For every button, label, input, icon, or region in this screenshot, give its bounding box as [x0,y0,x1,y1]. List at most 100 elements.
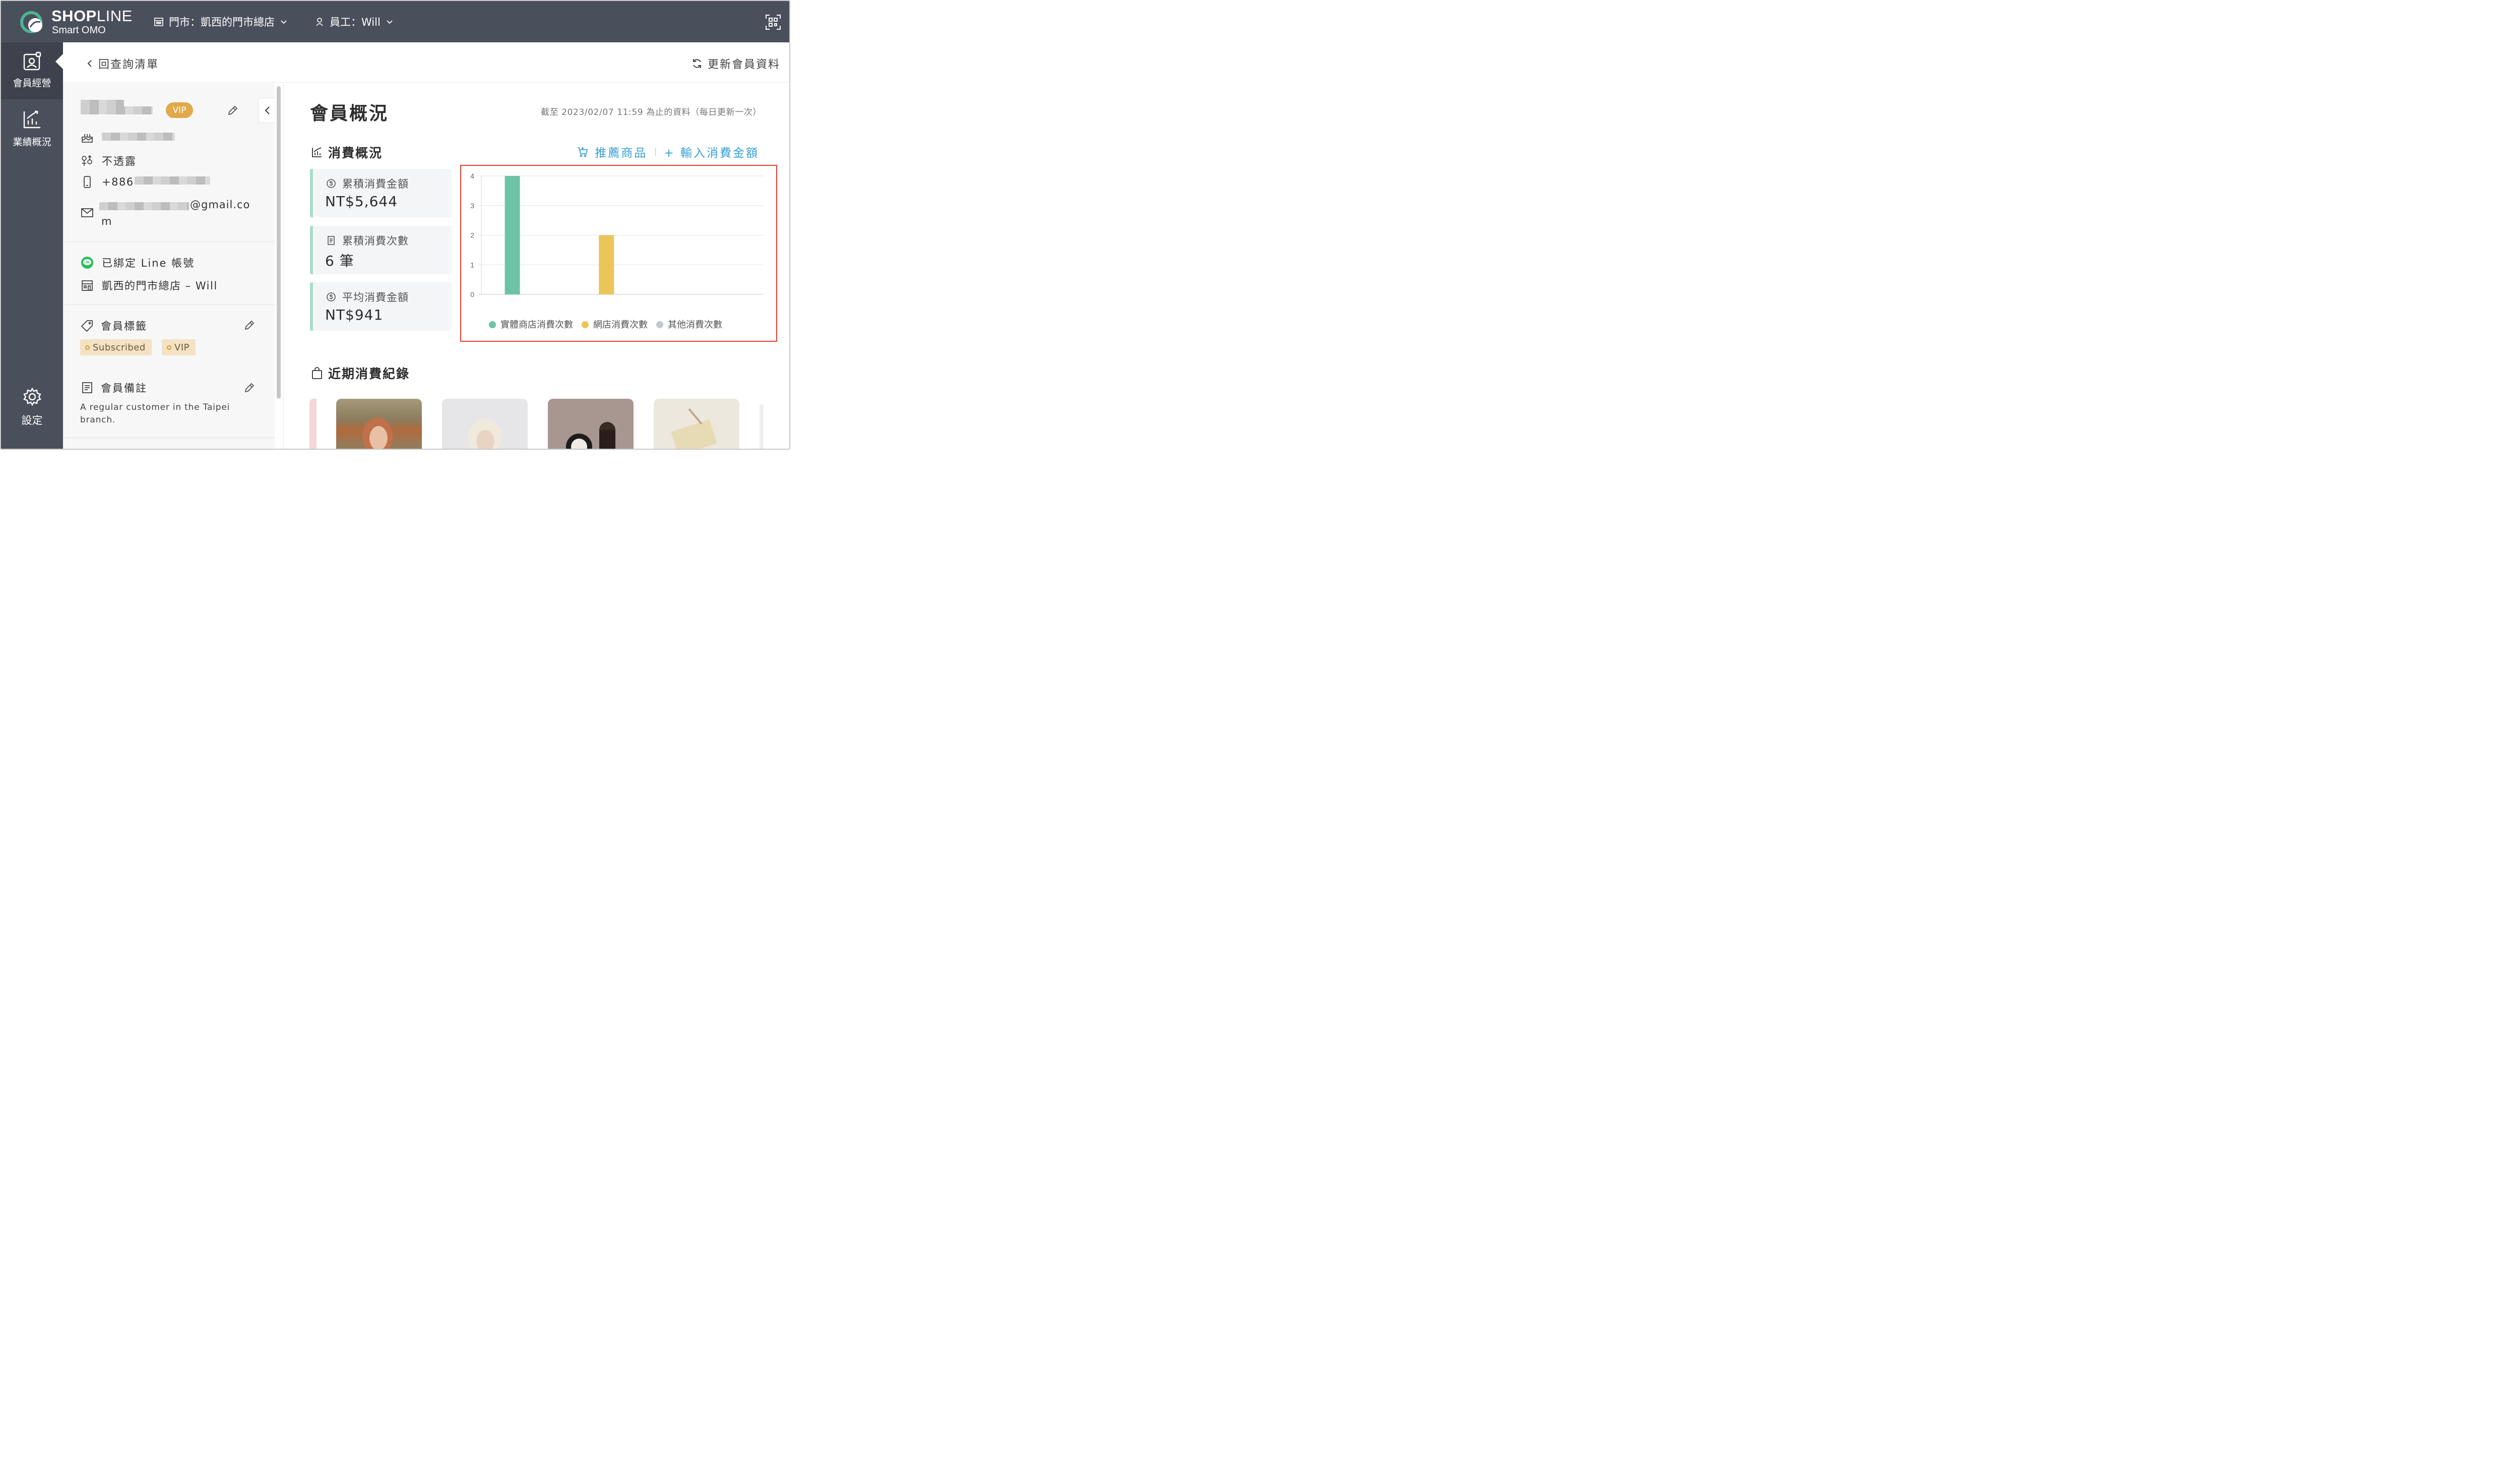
member-name-redacted [81,106,153,114]
phone-prefix: +886 [102,176,134,188]
chart-legend-marker [656,321,663,328]
recommend-products-link[interactable]: 推薦商品 [595,143,647,160]
chevron-left-icon [264,106,270,114]
recent-title-label: 近期消費紀錄 [328,367,410,381]
gear-icon [23,387,41,406]
stat-card-total-amount: 累積消費金額 NT$5,644 [310,169,452,217]
receipt-icon [328,236,335,245]
edit-notes-button[interactable] [243,382,256,394]
spending-actions: 推薦商品 + 輸入消費金額 [577,143,759,160]
chart-y-tick-label: 2 [470,231,474,239]
mail-icon [81,208,93,217]
store-icon [82,280,93,291]
member-tags-header: 會員標籤 [81,318,147,333]
carousel-prev-edge[interactable] [309,399,317,449]
chart-y-tick-label: 0 [470,290,474,298]
member-name-redacted [81,100,124,107]
stat-label: 累積消費次數 [342,235,409,247]
chart-legend-label: 網店消費次數 [593,320,648,330]
performance-chart-icon [23,110,40,129]
page-title: 會員概況 [310,103,389,124]
sidebar-item-label: 設定 [21,414,43,427]
stat-label: 累積消費金額 [342,178,409,190]
sidebar-item-performance[interactable]: 業績概況 [1,109,63,155]
back-to-list-label: 回查詢清單 [98,58,159,71]
stat-label-row: 平均消費金額 [326,289,409,305]
stat-card-average-amount: 平均消費金額 NT$941 [310,282,452,331]
collapse-panel-button[interactable] [258,98,275,123]
actions-separator [655,148,656,156]
input-amount-link[interactable]: + 輸入消費金額 [664,143,759,160]
back-to-list-link[interactable]: 回查詢清單 [85,55,159,72]
notes-icon [82,382,92,393]
email-redacted [99,202,189,210]
store-staff-value: 凱西的門市總店 – Will [102,280,218,292]
spending-section-title: 消費概況 [311,143,383,161]
recent-purchase-thumbnail[interactable] [442,399,528,449]
pencil-icon [244,383,255,393]
chart-bar [505,176,520,294]
stat-value: NT$941 [325,307,384,323]
refresh-member-label: 更新會員資料 [707,58,780,71]
spending-chart-icon [312,147,322,157]
tag-dot-icon [167,345,171,350]
stat-value: 6 筆 [325,253,354,269]
staff-selector[interactable]: 員工：Will [314,14,394,29]
edit-profile-button[interactable] [227,104,239,116]
brand-name: SHOPLINE [51,7,133,25]
gender-row: 不透露 [81,153,137,168]
purchase-count-chart-highlight: 0 1 2 3 4 實體商店消費次數 網店消費次數 其他消費次數 [460,165,777,342]
recent-purchase-thumbnail[interactable] [336,399,422,449]
store-selector-label: 門市：凱西的門市總店 [169,16,275,28]
profile-scrollbar[interactable] [275,83,284,449]
gender-icon [82,155,92,166]
store-icon [154,18,163,26]
member-notes-text: A regular customer in the Taipei branch. [80,402,230,425]
data-as-of: 截至 2023/02/07 11:59 為止的資料（每日更新一次） [541,107,762,117]
phone-redacted [135,176,210,185]
chart-legend-label: 實體商店消費次數 [500,320,573,330]
carousel-next-edge[interactable] [760,404,764,449]
sub-header: 回查詢清單 更新會員資料 [63,42,789,83]
birthday-cake-icon [82,134,93,143]
tag-chip: Subscribed [80,339,152,355]
tag-chip: VIP [162,339,196,355]
store-staff-row: 凱西的門市總店 – Will [81,278,218,293]
cart-icon [578,147,588,157]
stat-label: 平均消費金額 [342,291,409,303]
email-suffix: @gmail.co [190,199,250,211]
member-card-icon [23,51,41,71]
scrollbar-thumb[interactable] [277,86,281,399]
recent-purchase-thumbnail[interactable] [548,399,634,449]
phone-row: +886 [81,175,134,189]
sidebar-item-label: 會員經營 [13,78,51,89]
profile-divider [63,241,275,242]
staff-selector-label: 員工：Will [330,16,381,28]
edit-tags-button[interactable] [243,319,256,331]
stat-card-total-count: 累積消費次數 6 筆 [310,226,452,274]
phone-icon [84,176,91,188]
tag-icon [81,320,93,332]
scan-qr-icon[interactable] [765,14,781,30]
chevron-down-icon [387,20,393,24]
tag-label: VIP [174,342,190,353]
line-app-icon: LINE [81,257,93,269]
app-window: SHOPLINE Smart OMO 門市：凱西的門市總店 員工：Will 會員… [0,0,790,450]
member-tags-title: 會員標籤 [101,320,147,332]
recent-purchase-thumbnail[interactable] [654,399,739,449]
product-photo-cosmetics [566,422,615,449]
svg-text:LINE: LINE [84,261,90,264]
chart-y-tick-label: 4 [470,172,474,180]
product-photo-model [468,419,502,449]
refresh-member-button[interactable]: 更新會員資料 [691,55,780,72]
refresh-icon [692,59,701,68]
stat-label-row: 累積消費次數 [326,233,409,248]
sidebar-item-member[interactable]: 會員經營 [1,42,63,99]
stat-label-row: 累積消費金額 [326,176,409,191]
tag-label: Subscribed [93,342,146,353]
sidebar-item-settings[interactable]: 設定 [1,387,63,433]
gender-value: 不透露 [102,155,137,167]
recent-purchases-title: 近期消費紀錄 [311,364,410,382]
store-selector[interactable]: 門市：凱西的門市總店 [154,14,288,29]
active-indicator [55,53,64,70]
